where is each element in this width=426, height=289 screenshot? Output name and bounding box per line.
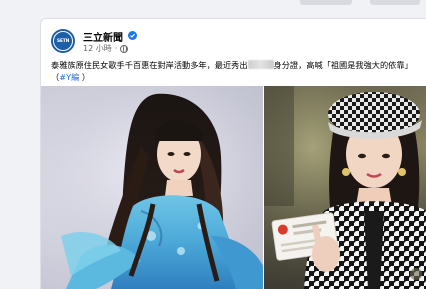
photo-singer-holding-id-card[interactable]	[264, 86, 426, 289]
toolbar-button[interactable]	[300, 0, 352, 5]
meta-separator: ·	[114, 44, 118, 53]
hashtag-link[interactable]: #Y編	[59, 72, 79, 82]
photo-right-illustration	[264, 86, 426, 289]
globe-icon	[120, 44, 129, 53]
page-avatar[interactable]: SETN	[51, 29, 75, 53]
post-photos	[41, 86, 426, 289]
photo-left-illustration	[41, 86, 263, 289]
toolbar-button[interactable]	[370, 0, 420, 5]
page-name[interactable]: 三立新聞	[83, 29, 123, 44]
blurred-text	[247, 60, 274, 69]
post-caption: 泰雅族原住民女歌手千百惠在對岸活動多年，最近秀出 身分證，高喊「祖國是我強大的依靠…	[51, 60, 413, 82]
post-meta: 12 小時 ·	[83, 43, 129, 54]
post-timestamp[interactable]: 12 小時	[83, 43, 112, 54]
setn-logo-icon: SETN	[53, 31, 73, 51]
facebook-post: SETN 三立新聞 12 小時 · 泰雅族原住民女歌手千百惠在對岸活動多年，最近…	[40, 18, 426, 289]
photo-singer-blue-dress[interactable]	[41, 86, 263, 289]
top-bar	[0, 0, 426, 18]
verified-badge-icon	[128, 31, 137, 40]
